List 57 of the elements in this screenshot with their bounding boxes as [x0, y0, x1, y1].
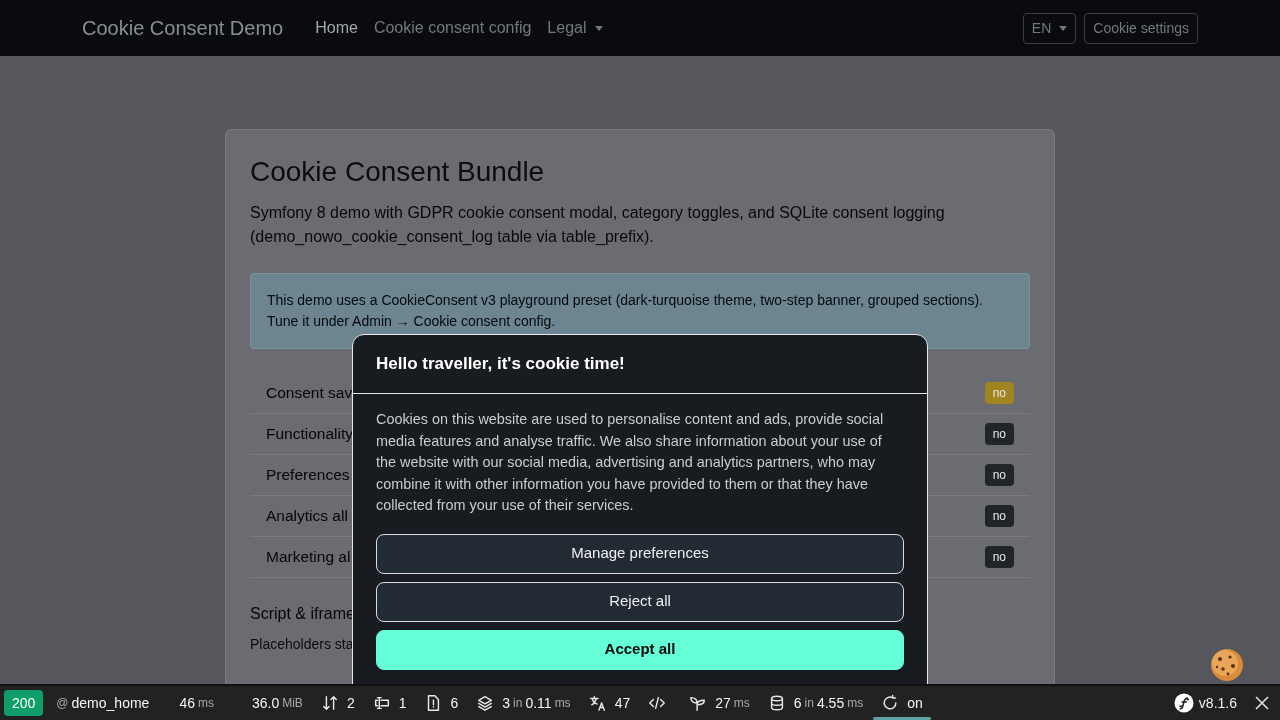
close-icon[interactable] [1255, 696, 1269, 710]
toolbar-value[interactable]: @ [56, 694, 69, 712]
cookie-settings-button[interactable]: Cookie settings [1084, 12, 1198, 44]
status-badge: no [984, 505, 1014, 527]
nav-link[interactable]: Home [307, 16, 366, 40]
modal-title: Hello traveller, it's cookie time! [376, 353, 625, 376]
card-title: Cookie Consent Bundle [250, 155, 546, 189]
brand-title[interactable]: Cookie Consent Demo [82, 13, 284, 43]
nav-link[interactable]: Cookie consent config [365, 16, 540, 40]
toolbar-value[interactable]: on [907, 692, 923, 714]
toolbar-value[interactable]: 47 [614, 692, 631, 714]
row-label: Functionality [266, 424, 353, 445]
modal-button[interactable]: Accept all [376, 629, 904, 670]
version-text[interactable]: v8.1.6 [1198, 692, 1237, 714]
toolbar-value[interactable]: in [804, 694, 814, 712]
toolbar-value[interactable]: ms [733, 694, 750, 712]
row-label: Marketing al [266, 547, 351, 568]
framework-logo-icon[interactable] [1173, 693, 1194, 713]
language-dropdown[interactable]: EN [1022, 12, 1077, 44]
toolbar-value[interactable]: 0.11 [525, 692, 552, 714]
code-icon[interactable] [648, 694, 667, 712]
nav-link[interactable]: Legal [539, 16, 611, 40]
toolbar-value[interactable]: 46 [179, 692, 195, 714]
section-text: Placeholders sta [250, 635, 354, 654]
toolbar-value[interactable]: ms [847, 694, 864, 712]
status-badge: no [984, 546, 1014, 568]
cookie-icon[interactable] [1209, 647, 1245, 683]
toolbar-value[interactable]: 27 [715, 692, 731, 714]
toolbar-value[interactable]: ms [554, 694, 571, 712]
caret-icon [1059, 25, 1068, 31]
leaf-icon[interactable] [689, 694, 708, 712]
layers-icon[interactable] [476, 694, 495, 712]
toolbar-value[interactable]: 1 [398, 692, 407, 714]
toolbar-value[interactable]: 2 [346, 692, 355, 714]
status-badge: no [984, 423, 1014, 445]
row-label: Preferences [266, 465, 350, 486]
form-icon[interactable] [372, 694, 391, 712]
arrows-icon[interactable] [320, 694, 339, 712]
modal-button[interactable]: Manage preferences [376, 533, 904, 574]
modal-text: Cookies on this website are used to personalise content and ads, provide social media features and analyse traffic. We also share information about your use of the website with our social media, advertising and analytics partners, who may combine it with other information you have provided to them or that they have collected from your use of their services. [376, 410, 885, 515]
toolbar-value[interactable]: in [513, 694, 523, 712]
toolbar-value[interactable]: ms [197, 694, 214, 712]
toolbar-value[interactable]: MiB [282, 694, 303, 712]
toolbar-value[interactable]: 6 [793, 692, 802, 714]
row-label: Analytics all [266, 506, 348, 527]
toolbar-value[interactable]: 4.55 [816, 692, 845, 714]
lead-text: Symfony 8 demo with GDPR cookie consent modal, category toggles, and SQLite consent logging (demo_nowo_cookie_consent_log table via table_prefix). [250, 203, 946, 247]
row-label: Consent sav [266, 383, 353, 404]
status-badge: no [984, 382, 1014, 404]
toolbar-value[interactable]: 36.0 [251, 692, 280, 714]
toolbar-value[interactable]: demo_home [71, 692, 150, 714]
translate-icon[interactable] [588, 694, 607, 712]
status-badge: no [984, 464, 1014, 486]
status-badge: 200 [4, 690, 44, 716]
toolbar-value[interactable]: 6 [450, 692, 459, 714]
toolbar-value[interactable]: 3 [502, 692, 511, 714]
modal-button[interactable]: Reject all [376, 581, 904, 622]
